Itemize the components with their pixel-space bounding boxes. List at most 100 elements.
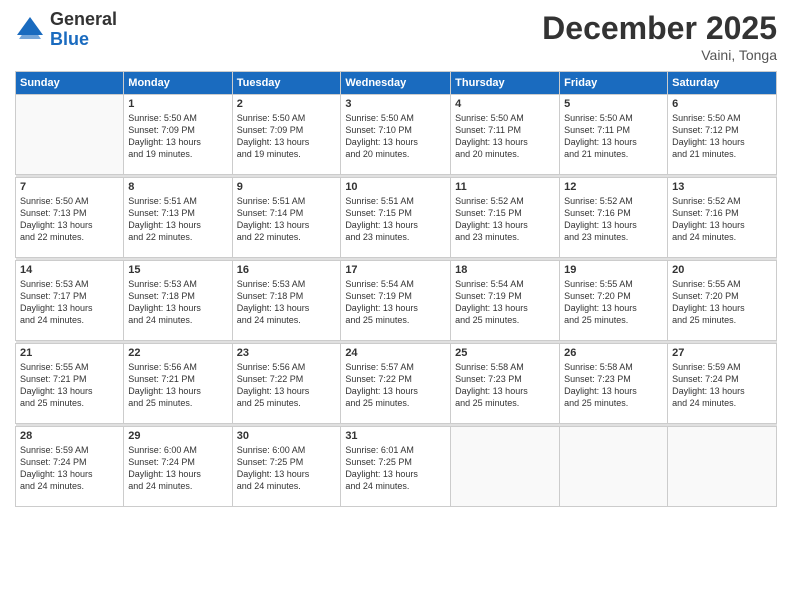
- day-info: Sunrise: 5:55 AM Sunset: 7:20 PM Dayligh…: [672, 278, 772, 327]
- calendar-cell: [560, 427, 668, 507]
- day-info: Sunrise: 5:59 AM Sunset: 7:24 PM Dayligh…: [672, 361, 772, 410]
- day-info: Sunrise: 5:50 AM Sunset: 7:11 PM Dayligh…: [455, 112, 555, 161]
- week-row-3: 21Sunrise: 5:55 AM Sunset: 7:21 PM Dayli…: [16, 344, 777, 424]
- day-info: Sunrise: 5:53 AM Sunset: 7:18 PM Dayligh…: [128, 278, 227, 327]
- calendar-cell: 5 Sunrise: 5:50 AM Sunset: 7:11 PM Daylig…: [560, 95, 668, 175]
- calendar-cell: 12Sunrise: 5:52 AM Sunset: 7:16 PM Dayli…: [560, 178, 668, 258]
- day-info: Sunrise: 5:52 AM Sunset: 7:16 PM Dayligh…: [564, 195, 663, 244]
- calendar-cell: 29 Sunrise: 6:00 AM Sunset: 7:24 PM Dayli…: [124, 427, 232, 507]
- day-number: 19: [564, 264, 663, 276]
- day-number: 6: [672, 98, 772, 110]
- day-number: 29: [128, 430, 227, 442]
- day-info: Sunrise: 5:55 AM Sunset: 7:21 PM Dayligh…: [20, 361, 119, 410]
- day-number: 8: [128, 181, 227, 193]
- col-thursday: Thursday: [451, 72, 560, 95]
- day-number: 5: [564, 98, 663, 110]
- day-number: 15: [128, 264, 227, 276]
- day-number: 17: [345, 264, 446, 276]
- calendar-cell: 6 Sunrise: 5:50 AM Sunset: 7:12 PM Daylig…: [668, 95, 777, 175]
- logo-text: General Blue: [50, 10, 117, 50]
- day-info: Sunrise: 5:50 AM Sunset: 7:11 PM Dayligh…: [564, 112, 663, 161]
- day-number: 25: [455, 347, 555, 359]
- day-info: Sunrise: 5:55 AM Sunset: 7:20 PM Dayligh…: [564, 278, 663, 327]
- day-number: 30: [237, 430, 337, 442]
- day-info: Sunrise: 5:50 AM Sunset: 7:13 PM Dayligh…: [20, 195, 119, 244]
- logo-general: General: [50, 10, 117, 30]
- day-number: 11: [455, 181, 555, 193]
- logo-icon: [15, 15, 45, 45]
- week-row-0: 1 Sunrise: 5:50 AM Sunset: 7:09 PM Daylig…: [16, 95, 777, 175]
- header: General Blue December 2025 Vaini, Tonga: [15, 10, 777, 63]
- calendar-cell: 22 Sunrise: 5:56 AM Sunset: 7:21 PM Dayli…: [124, 344, 232, 424]
- calendar-cell: 24 Sunrise: 5:57 AM Sunset: 7:22 PM Dayli…: [341, 344, 451, 424]
- day-info: Sunrise: 5:58 AM Sunset: 7:23 PM Dayligh…: [455, 361, 555, 410]
- day-number: 24: [345, 347, 446, 359]
- page: General Blue December 2025 Vaini, Tonga …: [0, 0, 792, 612]
- day-number: 31: [345, 430, 446, 442]
- calendar-cell: 25 Sunrise: 5:58 AM Sunset: 7:23 PM Dayli…: [451, 344, 560, 424]
- day-info: Sunrise: 5:58 AM Sunset: 7:23 PM Dayligh…: [564, 361, 663, 410]
- calendar-cell: [451, 427, 560, 507]
- calendar-cell: 13Sunrise: 5:52 AM Sunset: 7:16 PM Dayli…: [668, 178, 777, 258]
- calendar-cell: [668, 427, 777, 507]
- day-number: 23: [237, 347, 337, 359]
- day-info: Sunrise: 5:52 AM Sunset: 7:15 PM Dayligh…: [455, 195, 555, 244]
- day-info: Sunrise: 5:56 AM Sunset: 7:21 PM Dayligh…: [128, 361, 227, 410]
- day-number: 22: [128, 347, 227, 359]
- col-wednesday: Wednesday: [341, 72, 451, 95]
- calendar-cell: 4 Sunrise: 5:50 AM Sunset: 7:11 PM Daylig…: [451, 95, 560, 175]
- day-number: 4: [455, 98, 555, 110]
- day-info: Sunrise: 6:00 AM Sunset: 7:25 PM Dayligh…: [237, 444, 337, 493]
- week-row-1: 7Sunrise: 5:50 AM Sunset: 7:13 PM Daylig…: [16, 178, 777, 258]
- calendar: Sunday Monday Tuesday Wednesday Thursday…: [15, 71, 777, 507]
- title-section: December 2025 Vaini, Tonga: [542, 10, 777, 63]
- col-tuesday: Tuesday: [232, 72, 341, 95]
- calendar-cell: [16, 95, 124, 175]
- calendar-cell: 14 Sunrise: 5:53 AM Sunset: 7:17 PM Dayli…: [16, 261, 124, 341]
- day-info: Sunrise: 6:00 AM Sunset: 7:24 PM Dayligh…: [128, 444, 227, 493]
- calendar-cell: 2 Sunrise: 5:50 AM Sunset: 7:09 PM Daylig…: [232, 95, 341, 175]
- calendar-cell: 31 Sunrise: 6:01 AM Sunset: 7:25 PM Dayli…: [341, 427, 451, 507]
- calendar-cell: 20 Sunrise: 5:55 AM Sunset: 7:20 PM Dayli…: [668, 261, 777, 341]
- location: Vaini, Tonga: [542, 47, 777, 63]
- col-friday: Friday: [560, 72, 668, 95]
- calendar-cell: 27 Sunrise: 5:59 AM Sunset: 7:24 PM Dayli…: [668, 344, 777, 424]
- day-info: Sunrise: 5:51 AM Sunset: 7:13 PM Dayligh…: [128, 195, 227, 244]
- calendar-cell: 11 Sunrise: 5:52 AM Sunset: 7:15 PM Dayli…: [451, 178, 560, 258]
- calendar-cell: 21Sunrise: 5:55 AM Sunset: 7:21 PM Dayli…: [16, 344, 124, 424]
- calendar-cell: 16Sunrise: 5:53 AM Sunset: 7:18 PM Dayli…: [232, 261, 341, 341]
- day-info: Sunrise: 5:50 AM Sunset: 7:12 PM Dayligh…: [672, 112, 772, 161]
- logo-blue: Blue: [50, 30, 117, 50]
- week-row-2: 14 Sunrise: 5:53 AM Sunset: 7:17 PM Dayli…: [16, 261, 777, 341]
- day-info: Sunrise: 5:57 AM Sunset: 7:22 PM Dayligh…: [345, 361, 446, 410]
- calendar-cell: 30 Sunrise: 6:00 AM Sunset: 7:25 PM Dayli…: [232, 427, 341, 507]
- calendar-cell: 1Sunrise: 5:50 AM Sunset: 7:09 PM Daylig…: [124, 95, 232, 175]
- calendar-cell: 9Sunrise: 5:51 AM Sunset: 7:14 PM Daylig…: [232, 178, 341, 258]
- col-sunday: Sunday: [16, 72, 124, 95]
- day-info: Sunrise: 5:59 AM Sunset: 7:24 PM Dayligh…: [20, 444, 119, 493]
- day-info: Sunrise: 6:01 AM Sunset: 7:25 PM Dayligh…: [345, 444, 446, 493]
- day-number: 26: [564, 347, 663, 359]
- calendar-cell: 3 Sunrise: 5:50 AM Sunset: 7:10 PM Daylig…: [341, 95, 451, 175]
- day-number: 10: [345, 181, 446, 193]
- calendar-cell: 10Sunrise: 5:51 AM Sunset: 7:15 PM Dayli…: [341, 178, 451, 258]
- calendar-cell: 7Sunrise: 5:50 AM Sunset: 7:13 PM Daylig…: [16, 178, 124, 258]
- day-info: Sunrise: 5:54 AM Sunset: 7:19 PM Dayligh…: [345, 278, 446, 327]
- day-number: 14: [20, 264, 119, 276]
- day-number: 27: [672, 347, 772, 359]
- day-number: 20: [672, 264, 772, 276]
- day-number: 3: [345, 98, 446, 110]
- day-info: Sunrise: 5:50 AM Sunset: 7:09 PM Dayligh…: [237, 112, 337, 161]
- day-info: Sunrise: 5:56 AM Sunset: 7:22 PM Dayligh…: [237, 361, 337, 410]
- day-number: 2: [237, 98, 337, 110]
- logo: General Blue: [15, 10, 117, 50]
- header-row: Sunday Monday Tuesday Wednesday Thursday…: [16, 72, 777, 95]
- day-info: Sunrise: 5:53 AM Sunset: 7:17 PM Dayligh…: [20, 278, 119, 327]
- calendar-cell: 8 Sunrise: 5:51 AM Sunset: 7:13 PM Daylig…: [124, 178, 232, 258]
- calendar-cell: 28Sunrise: 5:59 AM Sunset: 7:24 PM Dayli…: [16, 427, 124, 507]
- day-info: Sunrise: 5:53 AM Sunset: 7:18 PM Dayligh…: [237, 278, 337, 327]
- day-info: Sunrise: 5:50 AM Sunset: 7:10 PM Dayligh…: [345, 112, 446, 161]
- day-number: 18: [455, 264, 555, 276]
- day-number: 1: [128, 98, 227, 110]
- calendar-cell: 19 Sunrise: 5:55 AM Sunset: 7:20 PM Dayli…: [560, 261, 668, 341]
